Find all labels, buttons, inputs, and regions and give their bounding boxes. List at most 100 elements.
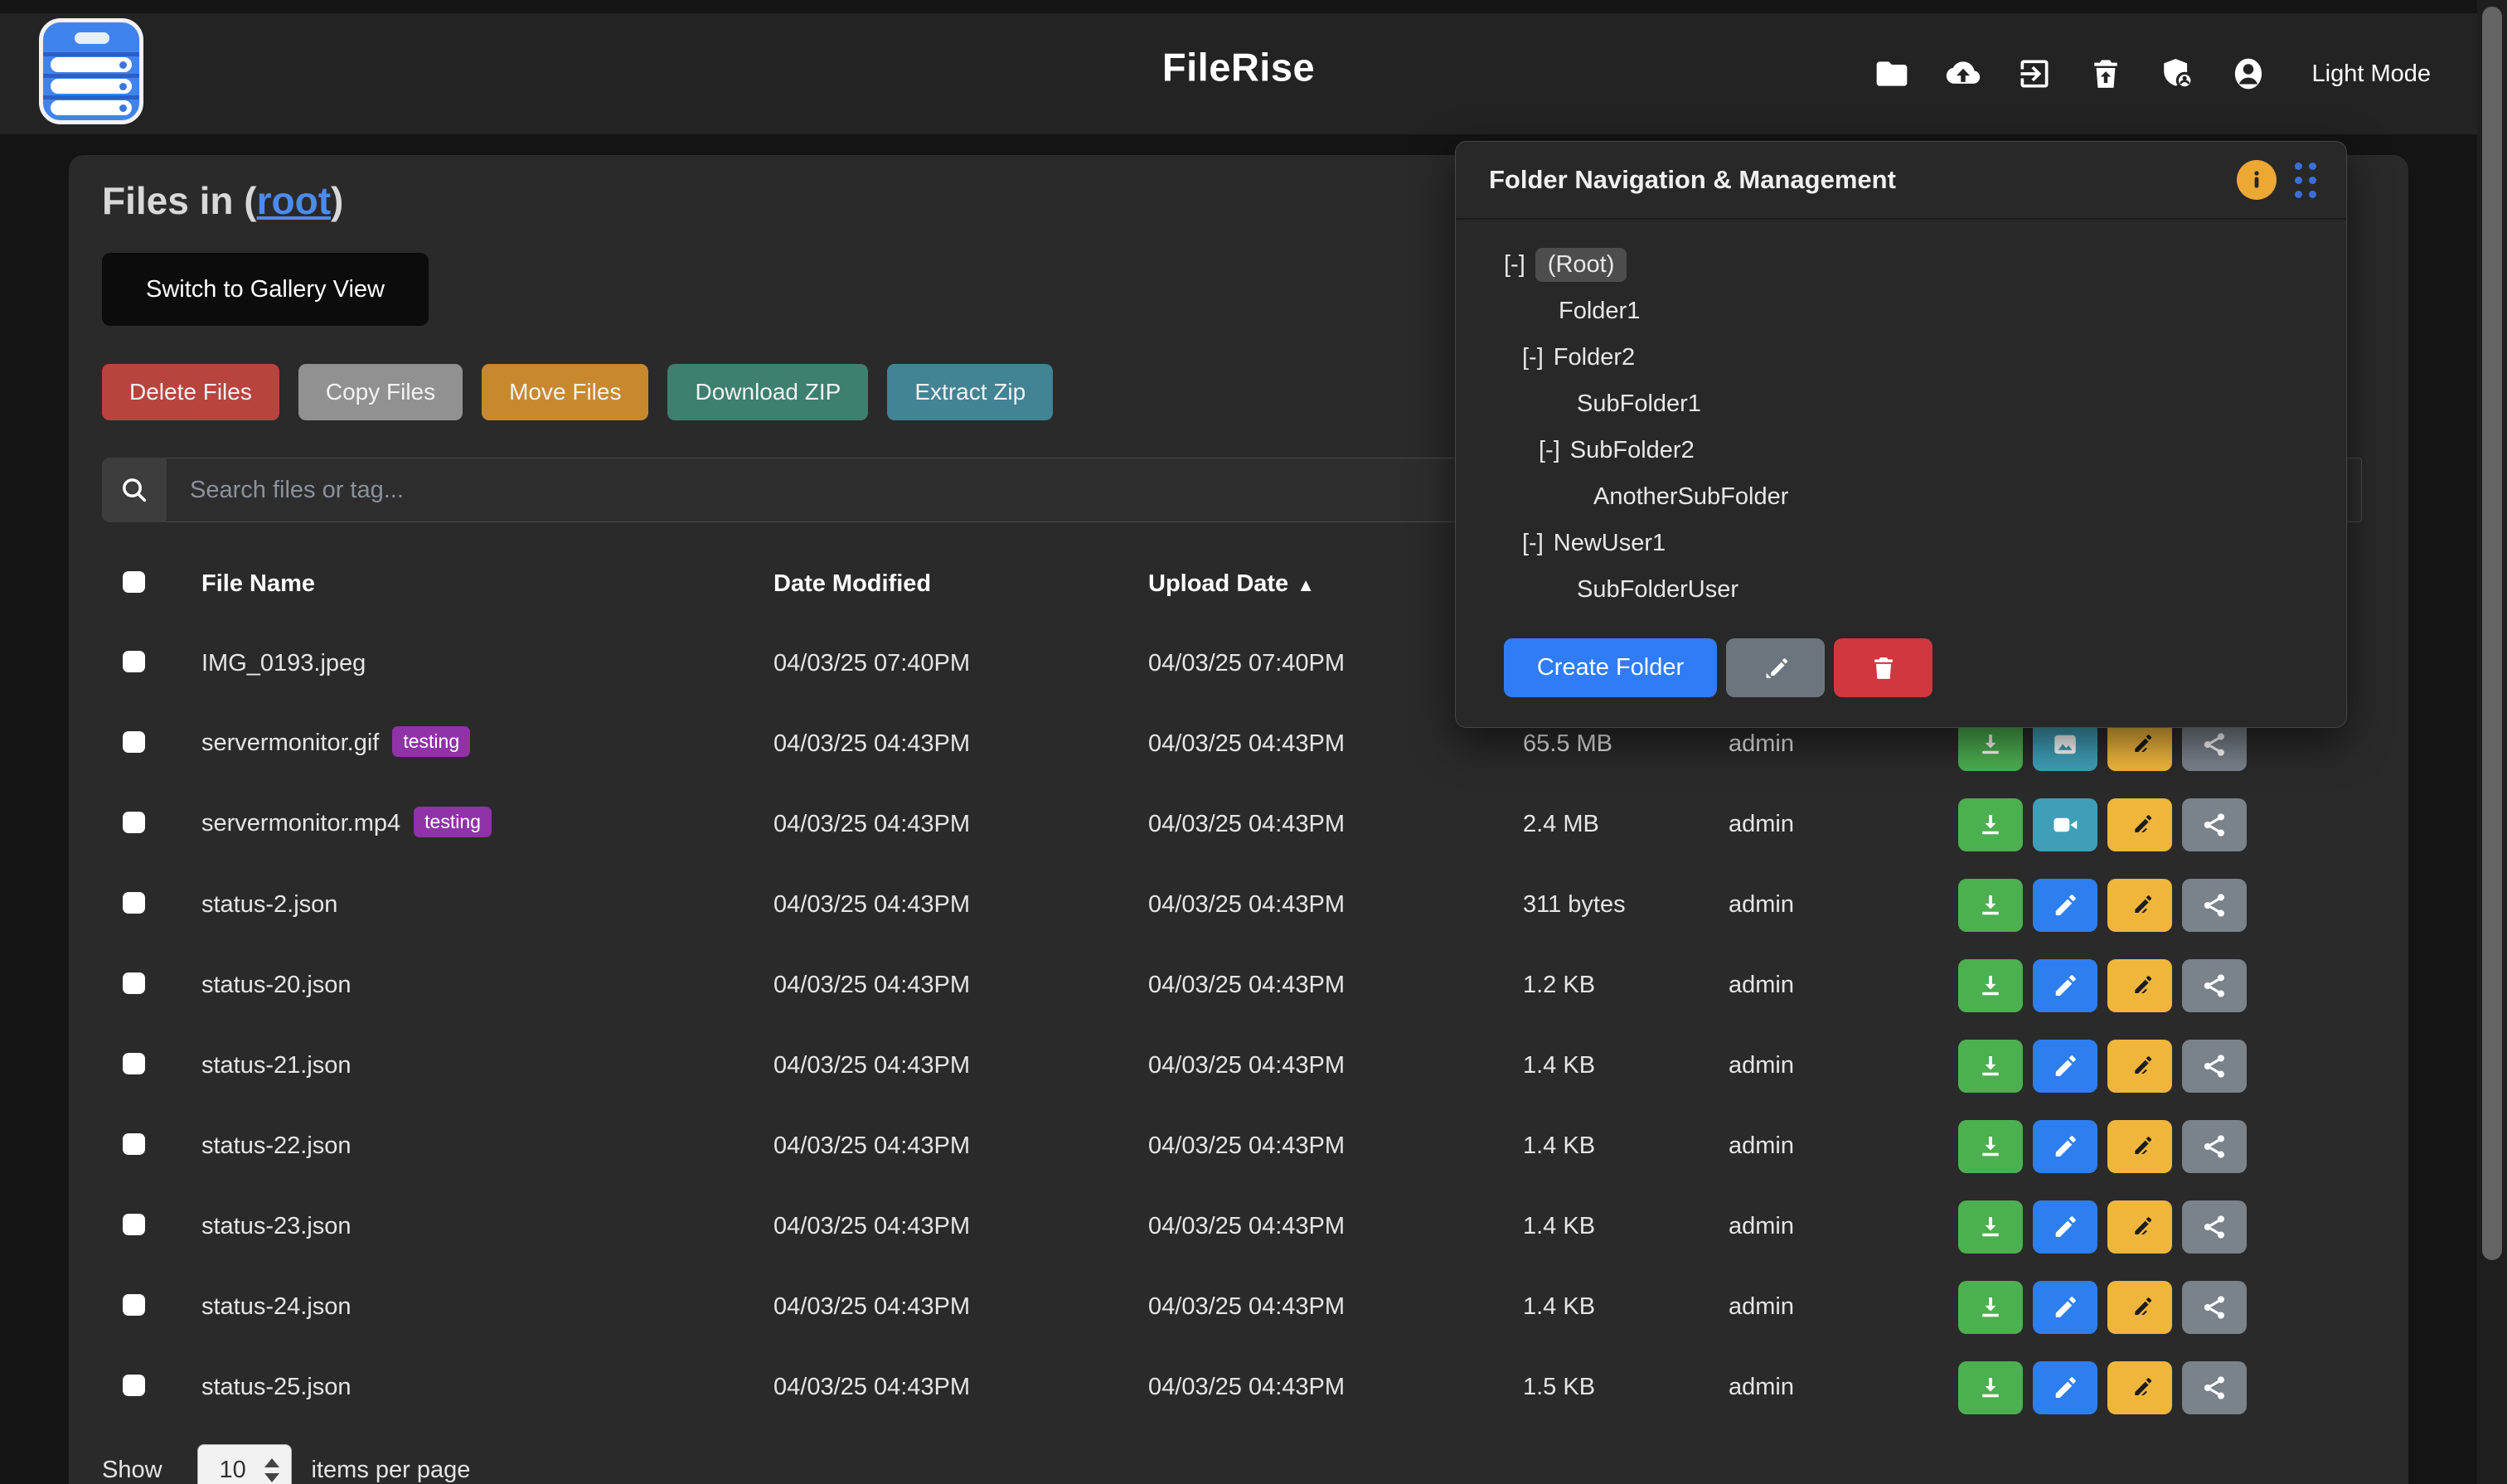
rename-button[interactable] <box>2107 1281 2172 1334</box>
delete-folder-button[interactable] <box>1834 638 1932 697</box>
folder-tree-item[interactable]: [-] (Root) <box>1504 241 2313 288</box>
row-checkbox[interactable] <box>123 972 145 994</box>
edit-button[interactable] <box>2033 1281 2097 1334</box>
row-checkbox[interactable] <box>123 1294 145 1316</box>
download-zip-button[interactable]: Download ZIP <box>667 364 868 420</box>
share-button[interactable] <box>2182 879 2247 932</box>
row-checkbox[interactable] <box>123 651 145 672</box>
uploader: admin <box>1729 1293 1958 1321</box>
account-icon[interactable] <box>2229 55 2267 93</box>
row-checkbox[interactable] <box>123 812 145 833</box>
folder-tree-item[interactable]: SubFolder1 <box>1504 381 2313 427</box>
preview-video-button[interactable] <box>2033 798 2097 851</box>
info-icon[interactable] <box>2237 160 2277 200</box>
folder-tree-item[interactable]: SubFolderUser <box>1504 566 2313 613</box>
column-header-date-modified[interactable]: Date Modified <box>773 570 1148 598</box>
drag-handle-icon[interactable] <box>2295 162 2316 198</box>
logout-icon[interactable] <box>2015 55 2054 93</box>
file-name[interactable]: status-24.json <box>201 1293 352 1320</box>
folder-label[interactable]: NewUser1 <box>1554 530 1666 557</box>
root-folder-link[interactable]: root <box>257 179 331 222</box>
folder-icon[interactable] <box>1873 55 1911 93</box>
download-button[interactable] <box>1958 959 2023 1012</box>
page-scrollbar-thumb[interactable] <box>2482 7 2502 1260</box>
download-button[interactable] <box>1958 798 2023 851</box>
folder-label[interactable]: Folder1 <box>1559 298 1640 325</box>
folder-tree-item[interactable]: [-] SubFolder2 <box>1504 427 2313 473</box>
items-per-page-select[interactable]: 10 <box>197 1444 292 1484</box>
row-checkbox[interactable] <box>123 1375 145 1396</box>
row-checkbox[interactable] <box>123 1053 145 1074</box>
cloud-upload-icon[interactable] <box>1944 55 1982 93</box>
download-button[interactable] <box>1958 1361 2023 1414</box>
move-files-button[interactable]: Move Files <box>482 364 648 420</box>
folder-label[interactable]: AnotherSubFolder <box>1593 483 1788 511</box>
extract-zip-button[interactable]: Extract Zip <box>887 364 1053 420</box>
file-name[interactable]: status-22.json <box>201 1132 352 1159</box>
share-button[interactable] <box>2182 1361 2247 1414</box>
share-button[interactable] <box>2182 798 2247 851</box>
copy-files-button[interactable]: Copy Files <box>298 364 463 420</box>
tree-collapse-toggle[interactable]: [-] <box>1504 251 1525 279</box>
row-actions <box>1958 1200 2362 1254</box>
folder-label[interactable]: Folder2 <box>1554 344 1635 371</box>
file-name[interactable]: servermonitor.mp4 <box>201 810 400 837</box>
rename-button[interactable] <box>2107 798 2172 851</box>
row-checkbox[interactable] <box>123 892 145 914</box>
row-checkbox[interactable] <box>123 731 145 753</box>
folder-tree-item[interactable]: Folder1 <box>1504 288 2313 334</box>
tree-collapse-toggle[interactable]: [-] <box>1522 344 1544 371</box>
share-button[interactable] <box>2182 959 2247 1012</box>
file-name[interactable]: servermonitor.gif <box>201 730 379 756</box>
rename-button[interactable] <box>2107 1200 2172 1254</box>
file-name[interactable]: status-23.json <box>201 1213 352 1239</box>
folder-label[interactable]: SubFolder1 <box>1577 390 1701 418</box>
edit-button[interactable] <box>2033 879 2097 932</box>
rename-folder-button[interactable] <box>1726 638 1825 697</box>
filerise-logo[interactable] <box>39 18 143 124</box>
folder-tree-item[interactable]: [-] Folder2 <box>1504 334 2313 381</box>
download-button[interactable] <box>1958 879 2023 932</box>
download-button[interactable] <box>1958 1281 2023 1334</box>
row-checkbox[interactable] <box>123 1133 145 1155</box>
rename-button[interactable] <box>2107 959 2172 1012</box>
download-button[interactable] <box>1958 1040 2023 1093</box>
create-folder-button[interactable]: Create Folder <box>1504 638 1717 697</box>
shield-admin-icon[interactable] <box>2158 55 2196 93</box>
folder-label[interactable]: (Root) <box>1535 248 1627 282</box>
delete-files-button[interactable]: Delete Files <box>102 364 279 420</box>
tree-collapse-toggle[interactable]: [-] <box>1539 437 1560 464</box>
folder-label[interactable]: SubFolder2 <box>1570 437 1695 464</box>
folder-label[interactable]: SubFolderUser <box>1577 576 1738 604</box>
file-name[interactable]: IMG_0193.jpeg <box>201 650 366 677</box>
edit-button[interactable] <box>2033 1200 2097 1254</box>
edit-button[interactable] <box>2033 1361 2097 1414</box>
edit-button[interactable] <box>2033 1120 2097 1173</box>
light-mode-toggle[interactable]: Light Mode <box>2312 61 2432 88</box>
tree-collapse-toggle[interactable]: [-] <box>1522 530 1544 557</box>
column-header-file-name[interactable]: File Name <box>201 570 773 598</box>
share-button[interactable] <box>2182 1200 2247 1254</box>
folder-tree-item[interactable]: [-] NewUser1 <box>1504 520 2313 566</box>
trash-restore-icon[interactable] <box>2087 55 2125 93</box>
rename-button[interactable] <box>2107 1120 2172 1173</box>
rename-button[interactable] <box>2107 1361 2172 1414</box>
folder-tree-item[interactable]: AnotherSubFolder <box>1504 473 2313 520</box>
share-button[interactable] <box>2182 1120 2247 1173</box>
download-button[interactable] <box>1958 1200 2023 1254</box>
file-name[interactable]: status-21.json <box>201 1052 352 1079</box>
table-row: servermonitor.mp4testing04/03/25 04:43PM… <box>102 784 2362 865</box>
file-name[interactable]: status-2.json <box>201 891 337 918</box>
share-button[interactable] <box>2182 1281 2247 1334</box>
rename-button[interactable] <box>2107 1040 2172 1093</box>
select-all-checkbox[interactable] <box>123 571 145 593</box>
edit-button[interactable] <box>2033 959 2097 1012</box>
file-name[interactable]: status-20.json <box>201 972 352 998</box>
rename-button[interactable] <box>2107 879 2172 932</box>
file-name[interactable]: status-25.json <box>201 1374 352 1400</box>
row-checkbox[interactable] <box>123 1214 145 1235</box>
switch-gallery-view-button[interactable]: Switch to Gallery View <box>102 253 429 326</box>
share-button[interactable] <box>2182 1040 2247 1093</box>
edit-button[interactable] <box>2033 1040 2097 1093</box>
download-button[interactable] <box>1958 1120 2023 1173</box>
